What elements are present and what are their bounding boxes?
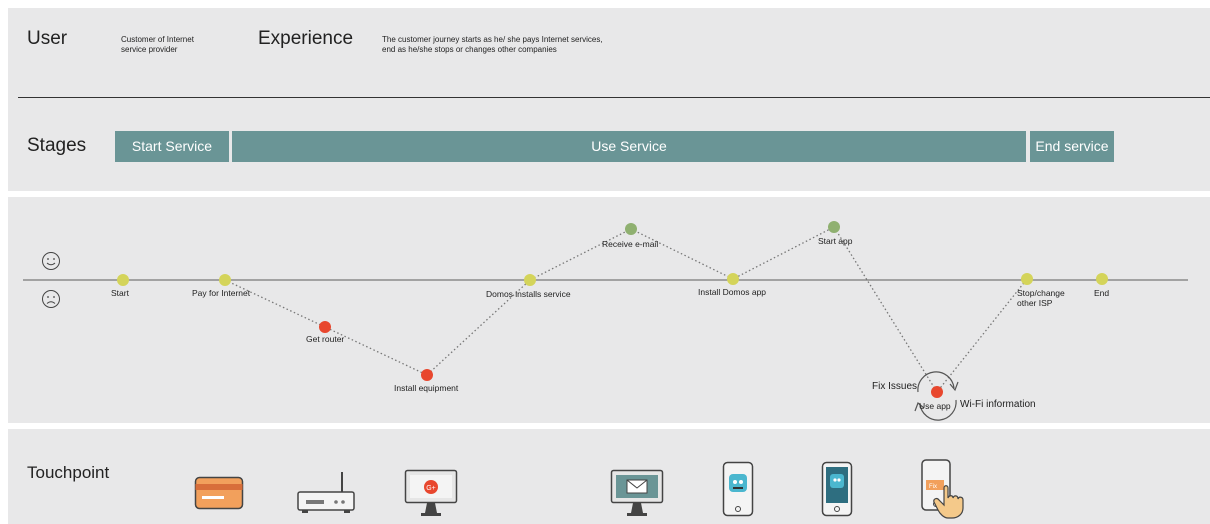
- loop-label-fix-issues: Fix Issues: [872, 381, 918, 392]
- journey-point-get-router: [319, 321, 331, 333]
- journey-point-install-equipment: [421, 369, 433, 381]
- point-label-use-app: Use app: [919, 401, 951, 411]
- credit-card-icon: [194, 476, 244, 510]
- journey-point-use-app: [931, 386, 943, 398]
- journey-point-receive-e-mail: [625, 223, 637, 235]
- monitor-google-icon: G+: [404, 469, 458, 516]
- touchpoint-panel: [8, 429, 1210, 524]
- point-label-install-equipment: Install equipment: [394, 383, 459, 393]
- journey-point-end: [1096, 273, 1108, 285]
- journey-point-domos-installs-service: [524, 274, 536, 286]
- stop-label-line1: Stop/change: [1017, 288, 1065, 298]
- journey-point-install-domos-app: [727, 273, 739, 285]
- point-label-start-app: Start app: [818, 236, 853, 246]
- point-label-domos-installs-service: Domos installs service: [486, 289, 571, 299]
- svg-text:Fix: Fix: [929, 484, 937, 490]
- journey-path: [224, 226, 1028, 394]
- touchpoint-title: Touchpoint: [27, 463, 110, 482]
- loop-label-wifi-information: Wi-Fi information: [960, 399, 1036, 410]
- point-label-install-domos-app: Install Domos app: [698, 287, 767, 297]
- journey-point-start-app: [828, 221, 840, 233]
- phone-tap-icon: Fix: [921, 459, 964, 519]
- journey-point-start: [117, 274, 129, 286]
- router-icon: [297, 472, 355, 513]
- svg-text:G+: G+: [426, 485, 436, 492]
- point-label-get-router: Get router: [306, 334, 345, 344]
- phone-app-icon: [722, 461, 754, 517]
- point-label-pay-for-internet: Pay for Internet: [192, 288, 251, 298]
- phone-app-screen-icon: [821, 461, 853, 517]
- point-label-receive-email: Receive e-mail: [602, 239, 659, 249]
- stop-label-line2: other ISP: [1017, 298, 1053, 308]
- point-label-start: Start: [111, 288, 129, 298]
- monitor-email-icon: [610, 469, 664, 516]
- point-label-stop-change: Stop/change other ISP: [1017, 288, 1065, 308]
- journey-point-pay-for-internet: [219, 274, 231, 286]
- point-label-end: End: [1094, 288, 1110, 298]
- journey-point-stop-change: [1021, 273, 1033, 285]
